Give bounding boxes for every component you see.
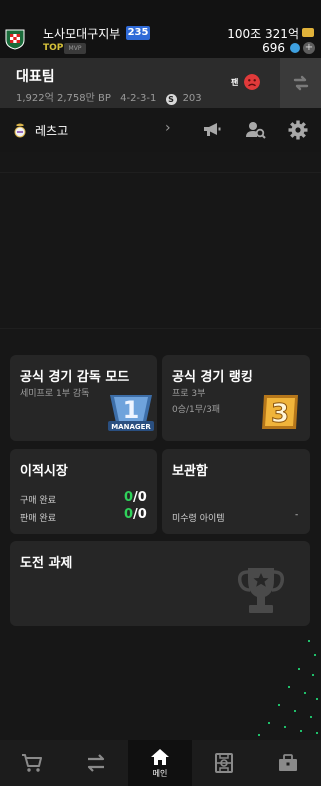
- team-formation: 4-2-3-1: [120, 93, 157, 104]
- buy-complete-label: 구매 완료: [20, 496, 56, 506]
- fan-mood-icon[interactable]: [244, 74, 260, 90]
- add-points-button[interactable]: +: [303, 42, 315, 54]
- card-title: 공식 경기 감독 모드: [20, 370, 130, 385]
- card-title: 이적시장: [20, 464, 68, 479]
- buy-done: 0: [124, 490, 134, 505]
- card-subtitle: 세미프로 1부 감독: [20, 389, 90, 399]
- sell-complete-count: 0/0: [124, 507, 147, 522]
- sell-done: 0: [124, 507, 134, 522]
- money-icon: [302, 28, 314, 37]
- buy-total: 0: [137, 490, 147, 505]
- transfer-arrows-icon: [87, 754, 105, 772]
- team-name: 대표팀: [16, 69, 55, 85]
- manager-row: 레츠고 ›: [0, 108, 321, 152]
- official-manager-mode-card[interactable]: 공식 경기 감독 모드 세미프로 1부 감독 1 MANAGER: [10, 355, 157, 441]
- squad-board-icon: [215, 753, 233, 773]
- field-line: [0, 172, 321, 173]
- trophy-icon: [237, 568, 285, 613]
- nav-shop[interactable]: [0, 740, 64, 786]
- sync-icon: [293, 75, 308, 91]
- rank-badge-icon: 3: [262, 395, 298, 430]
- scout-search-button[interactable]: [244, 118, 268, 142]
- user-search-icon: [246, 122, 266, 139]
- club-crest-icon[interactable]: [4, 28, 26, 50]
- nav-transfer[interactable]: [64, 740, 128, 786]
- bottom-navigation: 메인: [0, 740, 321, 786]
- card-title: 공식 경기 랭킹: [172, 370, 253, 385]
- sell-complete-label: 판매 완료: [20, 514, 56, 524]
- rank-badge: TOP: [43, 43, 64, 53]
- sell-total: 0: [137, 507, 147, 522]
- manager-badge-text: MANAGER: [111, 423, 151, 431]
- official-ranking-card[interactable]: 공식 경기 랭킹 프로 3부 0승/1무/3패 3: [162, 355, 310, 441]
- manager-badge-number: 1: [123, 396, 140, 424]
- transfer-market-card[interactable]: 이적시장 구매 완료 0/0 판매 완료 0/0: [10, 449, 157, 534]
- fan-label: 팬: [231, 78, 239, 87]
- team-stats: 1,922억 2,758만 BP 4-2-3-1 S 203: [16, 89, 208, 105]
- gem-icon: [290, 43, 300, 53]
- gear-icon: [288, 120, 308, 140]
- nav-home-label: 메인: [152, 768, 168, 778]
- settings-button[interactable]: [286, 118, 310, 142]
- card-subtitle: 프로 3부: [172, 389, 206, 399]
- club-name[interactable]: 노사모대구지부: [43, 25, 120, 42]
- nav-squad[interactable]: [192, 740, 256, 786]
- nav-home[interactable]: 메인: [128, 740, 192, 786]
- manager-name[interactable]: 레츠고: [35, 122, 68, 139]
- manager-rank-badge-icon: 1 MANAGER: [108, 395, 154, 431]
- team-s-value: 203: [182, 93, 202, 104]
- decorative-dots: [258, 640, 318, 736]
- buy-complete-count: 0/0: [124, 490, 147, 505]
- card-record: 0승/1무/3패: [172, 405, 221, 415]
- chevron-right-icon[interactable]: ›: [165, 120, 171, 136]
- megaphone-button[interactable]: [200, 118, 224, 142]
- megaphone-icon: [204, 123, 221, 136]
- unclaimed-items-label: 미수령 아이템: [172, 514, 225, 524]
- cart-icon: [22, 754, 42, 772]
- points-amount: 696: [262, 41, 285, 55]
- card-title: 도전 과제: [20, 556, 73, 571]
- challenge-card[interactable]: 도전 과제: [10, 541, 310, 626]
- home-icon: [151, 748, 169, 765]
- rank-badge-number: 3: [271, 399, 289, 429]
- sync-button[interactable]: [280, 58, 321, 108]
- card-title: 보관함: [172, 464, 208, 479]
- real-madrid-crest-icon: [14, 123, 26, 138]
- team-header[interactable]: 대표팀 1,922억 2,758만 BP 4-2-3-1 S 203 팬: [0, 58, 321, 108]
- nav-storage[interactable]: [256, 740, 320, 786]
- toolbox-icon: [279, 754, 297, 771]
- level-badge: 235: [126, 26, 150, 40]
- money-amount: 100조 321억: [227, 27, 299, 41]
- mvp-badge: MVP: [64, 43, 86, 54]
- top-status-bar: 노사모대구지부 235 TOP MVP 100조 321억 696 +: [0, 0, 321, 58]
- team-value: 1,922억 2,758만 BP: [16, 93, 111, 104]
- field-line: [0, 328, 321, 329]
- storage-card[interactable]: 보관함 미수령 아이템 -: [162, 449, 310, 534]
- s-coin-icon: S: [165, 94, 177, 105]
- unclaimed-items-value: -: [295, 510, 299, 520]
